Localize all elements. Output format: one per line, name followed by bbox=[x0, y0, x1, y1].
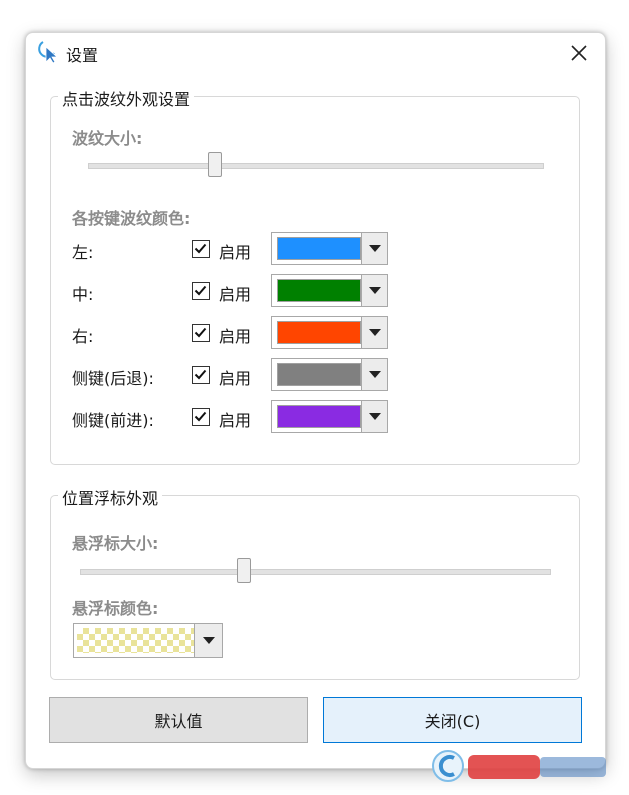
ripple-size-slider-thumb[interactable] bbox=[208, 152, 223, 177]
color-swatch bbox=[277, 321, 361, 344]
enable-checkbox[interactable] bbox=[192, 324, 210, 342]
color-swatch bbox=[277, 237, 361, 260]
enable-checkbox[interactable] bbox=[192, 282, 210, 300]
color-swatch bbox=[277, 279, 361, 302]
enable-label: 启用 bbox=[219, 327, 252, 346]
chevron-down-icon bbox=[369, 245, 381, 252]
button-row-label: 侧键(前进): bbox=[72, 411, 154, 430]
chevron-down-icon bbox=[203, 637, 215, 644]
button-row-label: 中: bbox=[72, 285, 94, 304]
button-row-label: 侧键(后退): bbox=[72, 369, 154, 388]
close-button[interactable]: 关闭(C) bbox=[323, 697, 582, 743]
enable-label: 启用 bbox=[219, 243, 252, 262]
button-row-label: 左: bbox=[72, 243, 94, 262]
color-dropdown[interactable] bbox=[361, 359, 387, 390]
chevron-down-icon bbox=[369, 413, 381, 420]
ripple-group-legend: 点击波纹外观设置 bbox=[58, 86, 195, 110]
ripple-size-track[interactable] bbox=[88, 163, 544, 169]
hover-group-legend: 位置浮标外观 bbox=[58, 485, 163, 509]
checkmark-icon bbox=[194, 411, 207, 422]
enable-label: 启用 bbox=[219, 285, 252, 304]
hover-color-combo[interactable] bbox=[73, 623, 223, 658]
hover-color-label: 悬浮标颜色: bbox=[72, 599, 159, 618]
app-cursor-icon bbox=[38, 41, 59, 64]
chevron-down-icon bbox=[369, 329, 381, 336]
close-icon[interactable] bbox=[566, 40, 592, 66]
ripple-color-label: 各按键波纹颜色: bbox=[72, 209, 191, 228]
site-watermark-logo bbox=[432, 750, 606, 782]
color-swatch bbox=[277, 363, 361, 386]
color-combo[interactable] bbox=[271, 316, 388, 349]
hover-size-slider-thumb[interactable] bbox=[237, 558, 252, 583]
enable-checkbox[interactable] bbox=[192, 366, 210, 384]
window-title: 设置 bbox=[66, 46, 99, 65]
hover-size-label: 悬浮标大小: bbox=[72, 534, 159, 553]
button-row-label: 右: bbox=[72, 327, 94, 346]
color-combo[interactable] bbox=[271, 400, 388, 433]
hover-color-swatch bbox=[77, 628, 194, 653]
checkmark-icon bbox=[194, 285, 207, 296]
color-swatch bbox=[277, 405, 361, 428]
default-values-button[interactable]: 默认值 bbox=[49, 697, 308, 743]
color-dropdown[interactable] bbox=[361, 317, 387, 348]
enable-label: 启用 bbox=[219, 411, 252, 430]
checkmark-icon bbox=[194, 243, 207, 254]
chevron-down-icon bbox=[369, 371, 381, 378]
chevron-down-icon bbox=[369, 287, 381, 294]
color-dropdown[interactable] bbox=[361, 233, 387, 264]
color-combo[interactable] bbox=[271, 232, 388, 265]
color-dropdown[interactable] bbox=[361, 401, 387, 432]
color-combo[interactable] bbox=[271, 274, 388, 307]
color-dropdown[interactable] bbox=[361, 275, 387, 306]
enable-label: 启用 bbox=[219, 369, 252, 388]
enable-checkbox[interactable] bbox=[192, 408, 210, 426]
checkmark-icon bbox=[194, 369, 207, 380]
ripple-size-label: 波纹大小: bbox=[72, 129, 143, 148]
hover-color-dropdown[interactable] bbox=[194, 624, 222, 657]
checkmark-icon bbox=[194, 327, 207, 338]
enable-checkbox[interactable] bbox=[192, 240, 210, 258]
color-combo[interactable] bbox=[271, 358, 388, 391]
hover-size-track[interactable] bbox=[80, 569, 551, 575]
